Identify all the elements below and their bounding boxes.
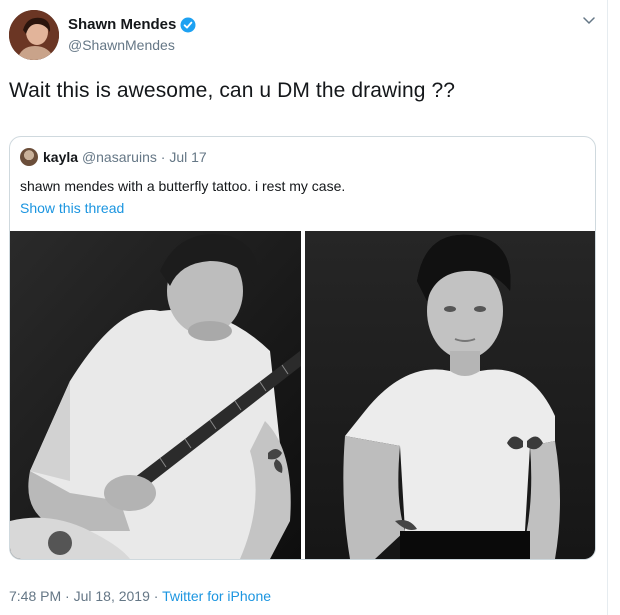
footer-separator: · [149, 588, 163, 604]
quoted-header: kayla @nasaruins · Jul 17 [43, 149, 207, 165]
tweet: Shawn Mendes @ShawnMendes Wait this is a… [0, 0, 620, 615]
show-thread-link[interactable]: Show this thread [20, 200, 124, 216]
tweet-text: Wait this is awesome, can u DM the drawi… [9, 79, 456, 102]
author-name-line: Shawn Mendes [68, 16, 196, 33]
quoted-tweet-card[interactable]: kayla @nasaruins · Jul 17 shawn mendes w… [9, 136, 596, 560]
quoted-handle[interactable]: @nasaruins [82, 149, 157, 165]
author-avatar[interactable] [9, 10, 59, 60]
quoted-text: shawn mendes with a butterfly tattoo. i … [20, 178, 346, 194]
quoted-separator: · [156, 149, 170, 165]
quoted-author-avatar[interactable] [20, 148, 38, 166]
author-display-name[interactable]: Shawn Mendes [68, 16, 176, 33]
photo-guitar[interactable] [10, 231, 301, 559]
quoted-photo-grid [10, 231, 595, 559]
author-handle[interactable]: @ShawnMendes [68, 37, 175, 53]
source-link[interactable]: Twitter for iPhone [162, 588, 271, 604]
tweet-footer: 7:48 PM · Jul 18, 2019 · Twitter for iPh… [9, 588, 271, 604]
chevron-down-icon[interactable] [583, 17, 595, 25]
verified-badge-icon [180, 17, 196, 32]
timestamp[interactable]: 7:48 PM · Jul 18, 2019 [9, 588, 150, 604]
photo-portrait[interactable] [305, 231, 595, 559]
right-divider [607, 0, 608, 615]
quoted-date[interactable]: Jul 17 [169, 149, 206, 165]
quoted-display-name[interactable]: kayla [43, 149, 78, 165]
